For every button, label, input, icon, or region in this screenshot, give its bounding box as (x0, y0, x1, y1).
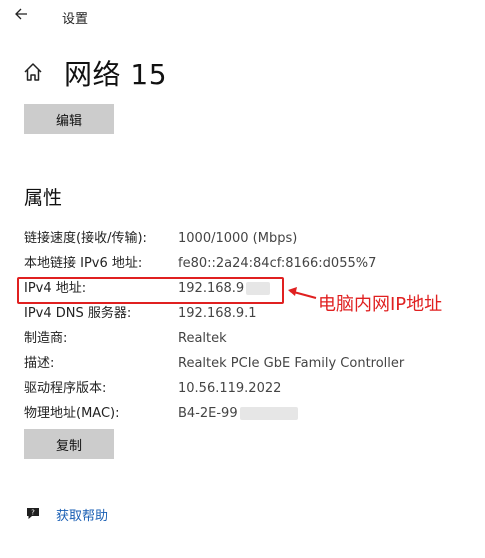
mac-value-text: B4-2E-99 (178, 406, 238, 421)
get-help-link[interactable]: 获取帮助 (56, 505, 108, 524)
property-label: 物理地址(MAC): (24, 406, 120, 421)
property-label: 本地链接 IPv6 地址: (24, 256, 143, 271)
property-value-mac: B4-2E-99 (178, 404, 298, 424)
property-label: IPv4 DNS 服务器: (24, 306, 132, 321)
property-value: fe80::2a24:84cf:8166:d055%7 (178, 256, 377, 271)
home-icon (24, 63, 42, 81)
svg-text:?: ? (31, 509, 35, 517)
property-value: 1000/1000 (Mbps) (178, 231, 298, 246)
page-title: 网络 15 (64, 58, 168, 91)
annotation-highlight-box (17, 277, 284, 304)
app-title: 设置 (62, 12, 89, 27)
property-value: 10.56.119.2022 (178, 381, 282, 396)
annotation-label: 电脑内网IP地址 (318, 294, 443, 315)
copy-button[interactable]: 复制 (24, 429, 114, 459)
property-label: 描述: (24, 356, 55, 371)
property-value: Realtek PCIe GbE Family Controller (178, 356, 405, 371)
settings-window: 设置 网络 15 编辑 属性 链接速度(接收/传输): 1000/1000 (M… (0, 0, 485, 558)
edit-button[interactable]: 编辑 (24, 104, 114, 134)
help-chat-icon[interactable]: ? (24, 504, 42, 522)
property-value: Realtek (178, 331, 227, 346)
redacted-blur (239, 407, 298, 420)
back-arrow-icon[interactable] (14, 6, 38, 26)
property-label: 驱动程序版本: (24, 381, 107, 396)
annotation-arrow-icon (288, 287, 317, 299)
property-label: 链接速度(接收/传输): (24, 231, 147, 246)
section-title: 属性 (24, 187, 63, 209)
property-value: 192.168.9.1 (178, 306, 257, 321)
property-label: 制造商: (24, 331, 68, 346)
